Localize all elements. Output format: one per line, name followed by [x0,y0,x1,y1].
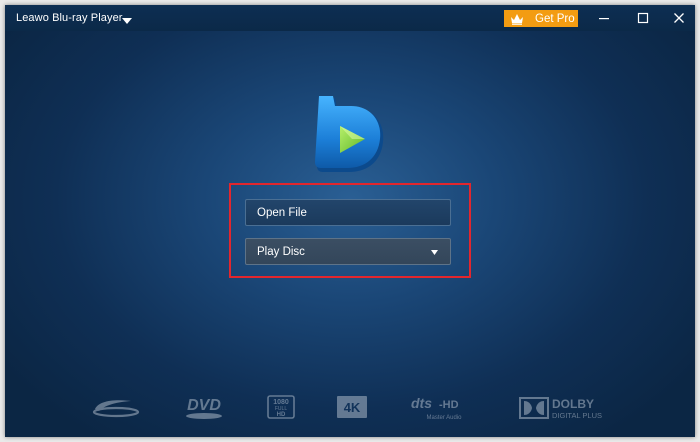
dvd-logo: DVD [181,395,227,426]
play-disc-label: Play Disc [257,245,305,258]
full-hd-logo: 1080 FULL HD [267,395,295,424]
4k-logo: 4K [337,396,367,423]
leawo-logo [307,96,387,176]
get-pro-button[interactable]: Get Pro [504,10,578,27]
open-file-label: Open File [257,206,307,219]
4k-text: 4K [344,400,361,415]
menu-caret-icon[interactable] [121,13,133,24]
crown-icon [511,13,523,25]
maximize-icon[interactable] [634,9,652,27]
dvd-text: DVD [187,397,221,414]
dts-hd-logo: dts -HD Master Audio [408,395,480,428]
chevron-down-icon [431,250,438,255]
play-disc-button[interactable]: Play Disc [245,238,451,265]
blu-ray-logo [91,397,141,424]
player-window: Leawo Blu-ray Player Get Pro Open File P… [5,5,695,437]
fullhd-bot-text: HD [277,412,286,418]
hd-text: -HD [439,399,459,411]
fullhd-top-text: 1080 [273,399,289,406]
open-file-button[interactable]: Open File [245,199,451,226]
dolby-logo: DOLBY DIGITAL PLUS [519,395,611,426]
digital-plus-text: DIGITAL PLUS [552,411,602,420]
title-bar[interactable]: Leawo Blu-ray Player Get Pro [5,5,695,31]
app-title: Leawo Blu-ray Player [16,12,123,24]
master-audio-text: Master Audio [426,415,462,421]
minimize-icon[interactable] [595,9,613,27]
dolby-text: DOLBY [552,397,594,411]
supported-formats-bar: DVD 1080 FULL HD 4K dts -HD Master Audio… [5,393,695,423]
get-pro-label: Get Pro [535,12,575,25]
close-icon[interactable] [670,9,688,27]
dts-text: dts [411,395,432,411]
